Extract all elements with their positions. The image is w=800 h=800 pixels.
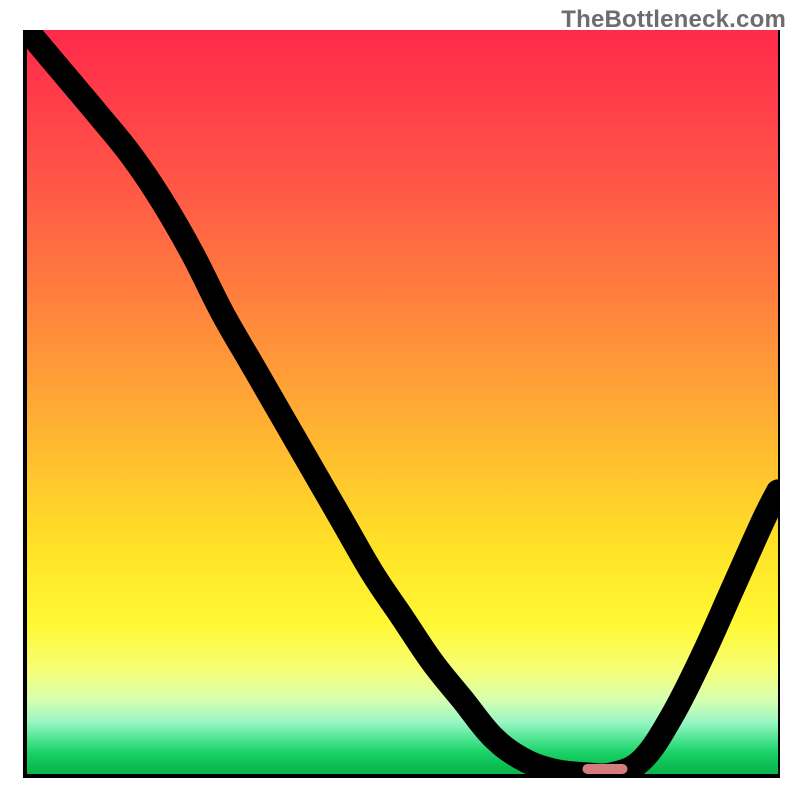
optimal-marker [583,764,628,774]
chart-stage: TheBottleneck.com [0,0,800,800]
bottleneck-curve [27,30,778,774]
plot-area [23,30,780,778]
curve-path [27,30,778,775]
